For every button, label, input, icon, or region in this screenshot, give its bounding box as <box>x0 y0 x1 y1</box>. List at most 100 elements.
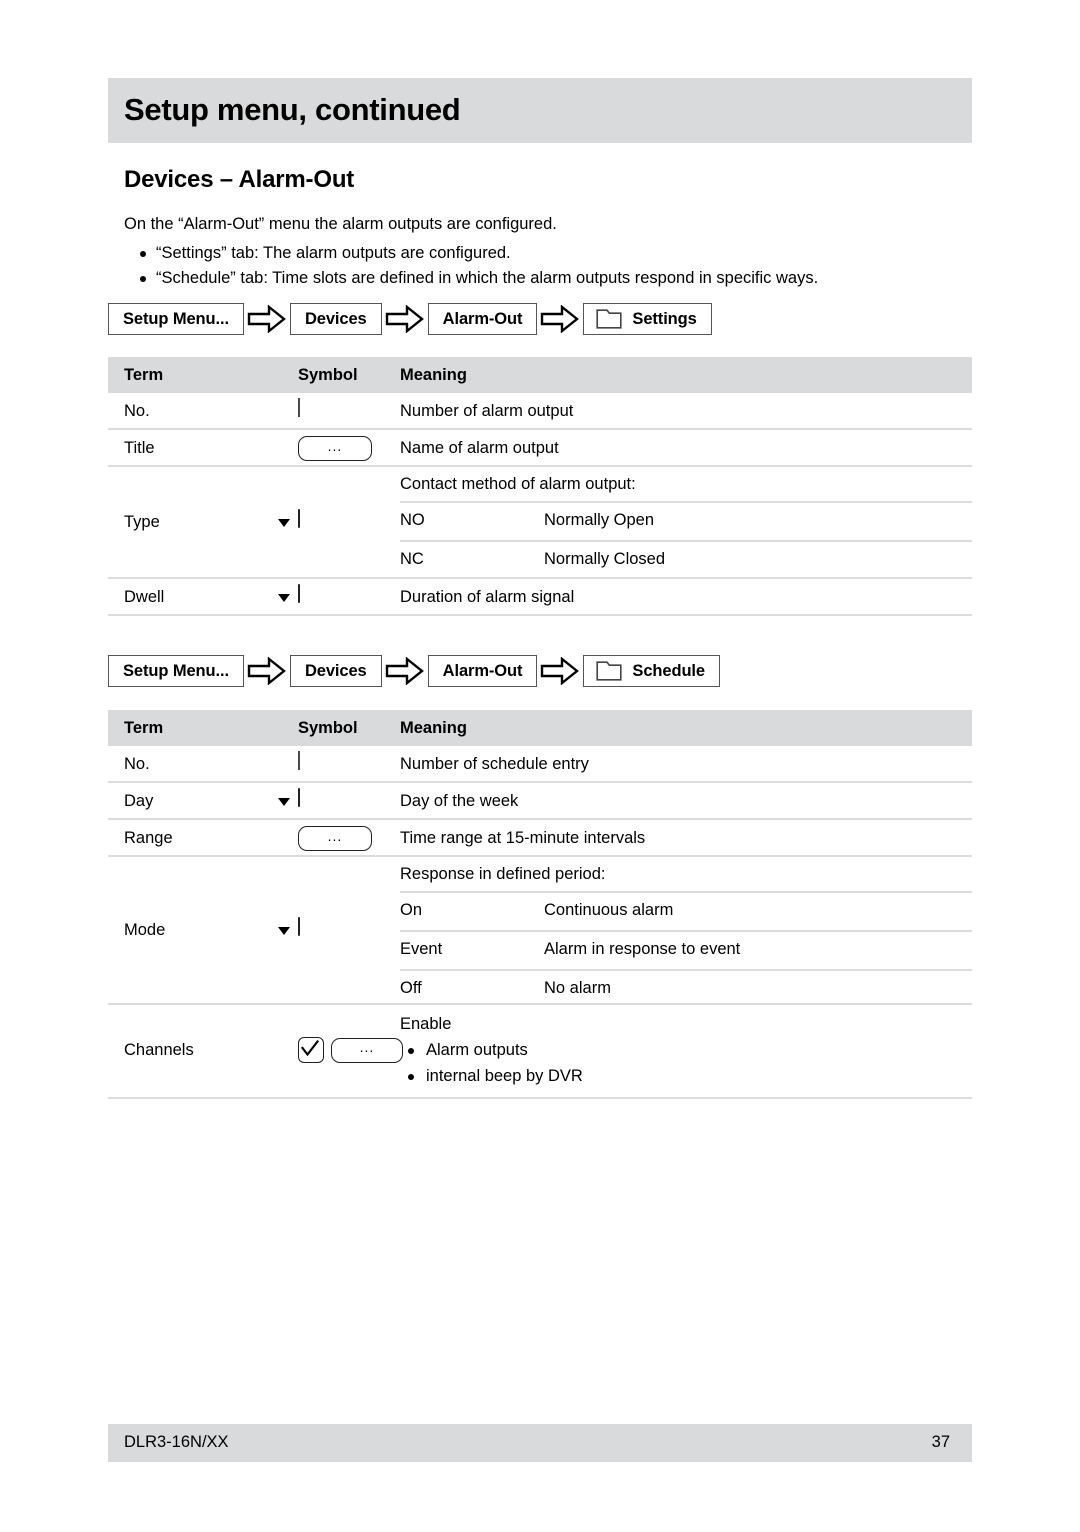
chevron-down-icon <box>278 519 290 527</box>
footer-model: DLR3-16N/XX <box>124 1433 229 1451</box>
row-term: Title <box>124 439 155 457</box>
breadcrumb-item-alarm-out[interactable]: Alarm-Out <box>427 303 538 335</box>
breadcrumb-item-label: Devices <box>304 309 367 328</box>
right-block-arrow-icon <box>382 654 428 688</box>
table-header-row: Term Symbol Meaning <box>108 710 972 746</box>
row-symbol: ... <box>298 826 372 851</box>
running-head-band: Setup menu, continued <box>108 78 972 143</box>
breadcrumb-item-setup-menu[interactable]: Setup Menu... <box>108 655 244 687</box>
breadcrumb-item-label: Schedule <box>632 661 705 680</box>
table-row: Mode Response in defined period: On Cont… <box>108 857 972 1005</box>
intro-block: On the “Alarm-Out” menu the alarm output… <box>124 212 964 291</box>
table-row: Range ... Time range at 15-minute interv… <box>108 820 972 857</box>
breadcrumb-item-setup-menu[interactable]: Setup Menu... <box>108 303 244 335</box>
breadcrumb-item-devices[interactable]: Devices <box>289 655 382 687</box>
dropdown-select-icon[interactable] <box>278 584 300 603</box>
table-row: Type Contact method of alarm output: NO … <box>108 467 972 579</box>
chevron-down-icon <box>278 594 290 602</box>
bullet-dot-icon <box>408 1048 414 1054</box>
row-term: No. <box>124 402 150 420</box>
row-meaning: Number of schedule entry <box>400 755 589 773</box>
row-term: Channels <box>124 1041 194 1059</box>
chevron-down-icon <box>278 798 290 806</box>
option-value: Continuous alarm <box>544 901 674 919</box>
breadcrumb-item-label: Settings <box>632 309 697 328</box>
column-header-term: Term <box>124 719 164 737</box>
option-sub-table: Response in defined period: On Continuou… <box>400 857 972 1008</box>
option-row: NC Normally Closed <box>400 540 972 579</box>
option-row: Off No alarm <box>400 969 972 1008</box>
row-symbol <box>278 509 300 528</box>
text-input-box-icon[interactable] <box>298 751 300 770</box>
row-meaning: Name of alarm output <box>400 439 559 457</box>
row-symbol <box>278 584 300 603</box>
option-value: Normally Closed <box>544 550 666 568</box>
dropdown-select-icon[interactable] <box>278 788 300 807</box>
breadcrumb-item-settings-tab[interactable]: Settings <box>583 303 712 335</box>
breadcrumb-item-schedule-tab[interactable]: Schedule <box>583 655 720 687</box>
breadcrumb-item-label: Devices <box>304 661 367 680</box>
footer-band: DLR3-16N/XX 37 <box>108 1424 972 1462</box>
list-item: internal beep by DVR <box>400 1063 583 1089</box>
table-settings: Term Symbol Meaning No. Number of alarm … <box>108 357 972 616</box>
option-key: NO <box>400 511 425 529</box>
ellipsis-button-icon[interactable]: ... <box>298 436 372 461</box>
option-key: Off <box>400 979 422 997</box>
column-header-symbol: Symbol <box>298 366 358 384</box>
option-value: Normally Open <box>544 511 655 529</box>
bullet-dot-icon <box>140 276 146 282</box>
breadcrumb-item-alarm-out[interactable]: Alarm-Out <box>427 655 538 687</box>
table-header-row: Term Symbol Meaning <box>108 357 972 393</box>
breadcrumb-item-label: Setup Menu... <box>123 661 229 680</box>
list-item-label: “Settings” tab: The alarm outputs are co… <box>156 244 511 262</box>
footer-page-number: 37 <box>931 1433 950 1451</box>
page-title: Setup menu, continued <box>124 92 461 127</box>
option-sub-table: Contact method of alarm output: NO Norma… <box>400 467 972 579</box>
bullet-dot-icon <box>408 1074 414 1080</box>
enable-list: Enable Alarm outputs internal beep by DV… <box>400 1011 583 1089</box>
breadcrumb-item-devices[interactable]: Devices <box>289 303 382 335</box>
breadcrumb-item-label: Alarm-Out <box>442 309 523 328</box>
sub-table-caption: Contact method of alarm output: <box>400 475 636 493</box>
row-meaning: Time range at 15-minute intervals <box>400 829 646 847</box>
column-header-term: Term <box>124 366 164 384</box>
row-symbol <box>278 788 300 807</box>
list-item: “Settings” tab: The alarm outputs are co… <box>124 241 964 266</box>
table-row: Day Day of the week <box>108 783 972 820</box>
text-input-box-icon[interactable] <box>298 398 300 417</box>
table-row: Title ... Name of alarm output <box>108 430 972 467</box>
row-term: Day <box>124 792 154 810</box>
chevron-down-icon <box>278 927 290 935</box>
ellipsis-button-icon[interactable]: ... <box>298 826 372 851</box>
list-item: Alarm outputs <box>400 1037 583 1063</box>
row-meaning: Number of alarm output <box>400 402 574 420</box>
table-row: Dwell Duration of alarm signal <box>108 579 972 616</box>
list-item-label: internal beep by DVR <box>426 1067 583 1085</box>
option-row: Event Alarm in response to event <box>400 930 972 969</box>
sub-table-caption: Response in defined period: <box>400 865 606 883</box>
breadcrumb-item-label: Alarm-Out <box>442 661 523 680</box>
list-item-label: Alarm outputs <box>426 1041 528 1059</box>
ellipsis-button-icon[interactable]: ... <box>331 1037 403 1063</box>
intro-bullet-list: “Settings” tab: The alarm outputs are co… <box>124 241 964 291</box>
checkbox-checked-icon[interactable] <box>298 1037 324 1063</box>
option-key: Event <box>400 940 443 958</box>
table-schedule: Term Symbol Meaning No. Number of schedu… <box>108 710 972 1099</box>
row-term: Range <box>124 829 173 847</box>
dropdown-select-icon[interactable] <box>278 917 300 936</box>
right-block-arrow-icon <box>244 302 290 336</box>
right-block-arrow-icon <box>537 302 583 336</box>
row-meaning: Day of the week <box>400 792 519 810</box>
column-header-meaning: Meaning <box>400 366 467 384</box>
dropdown-select-icon[interactable] <box>278 509 300 528</box>
folder-tab-icon <box>596 309 623 329</box>
row-symbol <box>298 751 300 770</box>
option-key: NC <box>400 550 424 568</box>
right-block-arrow-icon <box>537 654 583 688</box>
option-row: NO Normally Open <box>400 501 972 540</box>
folder-tab-icon <box>596 661 623 681</box>
document-page: Setup menu, continued Devices – Alarm-Ou… <box>108 0 972 1532</box>
enable-title: Enable <box>400 1015 452 1033</box>
section-heading: Devices – Alarm-Out <box>124 166 355 193</box>
option-value: No alarm <box>544 979 611 997</box>
